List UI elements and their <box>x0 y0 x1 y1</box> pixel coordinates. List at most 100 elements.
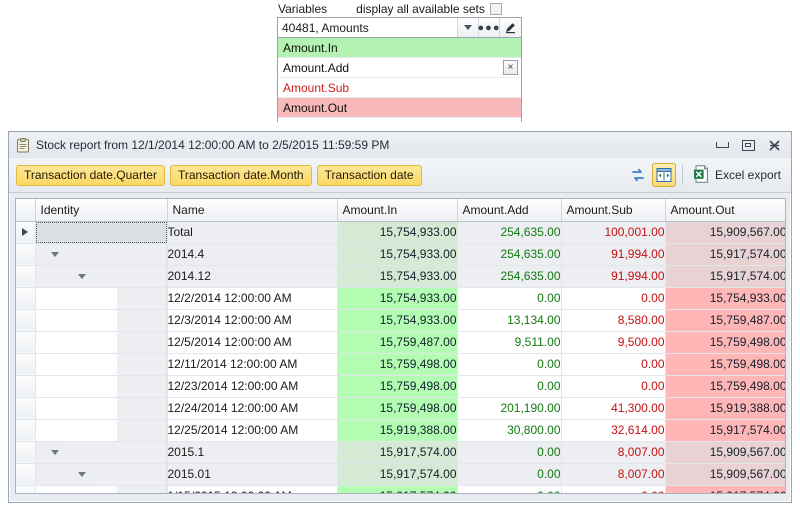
amount-in-cell[interactable]: 15,754,933.00 <box>337 287 458 310</box>
table-row[interactable]: 12/24/2014 12:00:00 AM 15,759,498.00 201,1… <box>16 397 785 420</box>
variable-set-combo[interactable]: 40481, Amounts ●●● <box>277 17 522 38</box>
row-header-cell[interactable] <box>16 331 36 354</box>
amount-out-cell[interactable]: 15,919,388.00 <box>665 397 785 420</box>
amount-in-cell[interactable]: 15,754,933.00 <box>337 309 458 332</box>
column-header-identity[interactable]: Identity <box>35 199 168 222</box>
identity-cell[interactable] <box>35 265 168 288</box>
name-cell[interactable]: 12/23/2014 12:00:00 AM <box>167 375 338 398</box>
excel-export-button[interactable]: Excel export <box>689 163 785 187</box>
amount-sub-cell[interactable]: 91,994.00 <box>561 265 666 288</box>
group-chip-quarter[interactable]: Transaction date.Quarter <box>16 164 165 186</box>
identity-cell[interactable] <box>35 309 168 332</box>
amount-out-cell[interactable]: 15,917,574.00 <box>665 243 785 266</box>
identity-cell[interactable] <box>35 353 168 376</box>
amount-add-cell[interactable]: 9,511.00 <box>457 331 562 354</box>
amount-add-cell[interactable]: 0.00 <box>457 287 562 310</box>
amount-sub-cell[interactable]: 0.00 <box>561 287 666 310</box>
amount-sub-cell[interactable]: 8,007.00 <box>561 463 666 486</box>
group-chip-month[interactable]: Transaction date.Month <box>169 164 312 186</box>
amount-add-cell[interactable]: 254,635.00 <box>457 243 562 266</box>
row-header-cell[interactable] <box>16 419 36 442</box>
amount-add-cell[interactable]: 30,800.00 <box>457 419 562 442</box>
group-columns-icon[interactable] <box>651 163 676 187</box>
list-item[interactable]: Amount.Out <box>278 98 521 118</box>
list-item[interactable]: Amount.In <box>278 38 521 58</box>
row-header-cell[interactable] <box>16 309 36 332</box>
amount-sub-cell[interactable]: 9,500.00 <box>561 331 666 354</box>
identity-cell[interactable] <box>35 441 168 464</box>
amount-out-cell[interactable]: 15,759,487.00 <box>665 309 785 332</box>
amount-sub-cell[interactable]: 41,300.00 <box>561 397 666 420</box>
amount-out-cell[interactable]: 15,909,567.00 <box>665 221 785 244</box>
name-cell[interactable]: 1/15/2015 12:00:00 AM <box>167 485 338 493</box>
row-header-cell[interactable] <box>16 375 36 398</box>
identity-cell[interactable] <box>35 243 168 266</box>
column-header-name[interactable]: Name <box>167 199 338 222</box>
name-cell[interactable]: 12/24/2014 12:00:00 AM <box>167 397 338 420</box>
amount-add-cell[interactable]: 201,190.00 <box>457 397 562 420</box>
window-titlebar[interactable]: Stock report from 12/1/2014 12:00:00 AM … <box>9 132 791 158</box>
variable-set-combo-value[interactable]: 40481, Amounts <box>278 18 458 37</box>
table-row[interactable]: Total 15,754,933.00 254,635.00 100,001.00 15… <box>16 221 785 244</box>
list-item[interactable]: Amount.Sub <box>278 78 521 98</box>
name-cell[interactable]: 12/25/2014 12:00:00 AM <box>167 419 338 442</box>
name-cell[interactable]: 12/5/2014 12:00:00 AM <box>167 331 338 354</box>
amount-out-cell[interactable]: 15,759,498.00 <box>665 375 785 398</box>
identity-cell[interactable] <box>35 331 168 354</box>
amount-add-cell[interactable]: 0.00 <box>457 375 562 398</box>
amount-add-cell[interactable]: 254,635.00 <box>457 265 562 288</box>
table-row[interactable]: 12/5/2014 12:00:00 AM 15,759,487.00 9,511.… <box>16 331 785 354</box>
amount-out-cell[interactable]: 15,759,498.00 <box>665 353 785 376</box>
name-cell[interactable]: 2015.1 <box>167 441 338 464</box>
chevron-down-icon[interactable] <box>458 18 479 37</box>
identity-cell[interactable] <box>35 485 168 493</box>
close-icon[interactable] <box>761 135 787 155</box>
amount-out-cell[interactable]: 15,759,498.00 <box>665 331 785 354</box>
name-cell[interactable]: 12/3/2014 12:00:00 AM <box>167 309 338 332</box>
amount-add-cell[interactable]: 13,134.00 <box>457 309 562 332</box>
minimize-icon[interactable] <box>709 135 735 155</box>
name-cell[interactable]: 12/11/2014 12:00:00 AM <box>167 353 338 376</box>
display-all-sets-checkbox[interactable] <box>489 2 502 15</box>
amount-in-cell[interactable]: 15,754,933.00 <box>337 265 458 288</box>
expander-toggle[interactable] <box>49 248 61 260</box>
amount-sub-cell[interactable]: 0.00 <box>561 485 666 493</box>
row-header-cell[interactable] <box>16 287 36 310</box>
amount-add-cell[interactable]: 0.00 <box>457 353 562 376</box>
column-header-amount-out[interactable]: Amount.Out <box>665 199 785 222</box>
amount-out-cell[interactable]: 15,917,574.00 <box>665 419 785 442</box>
identity-cell[interactable] <box>35 287 168 310</box>
report-grid[interactable]: Identity Name Amount.In Amount.Add Amoun… <box>15 198 786 494</box>
amount-add-cell[interactable]: 0.00 <box>457 485 562 493</box>
table-row[interactable]: 12/25/2014 12:00:00 AM 15,919,388.00 30,80… <box>16 419 785 442</box>
row-header-cell[interactable] <box>16 397 36 420</box>
amount-out-cell[interactable]: 15,754,933.00 <box>665 287 785 310</box>
table-row[interactable]: 2015.01 15,917,574.00 0.00 8,007.00 15,909,5… <box>16 463 785 486</box>
identity-cell[interactable] <box>35 375 168 398</box>
amount-add-cell[interactable]: 0.00 <box>457 441 562 464</box>
column-header-amount-sub[interactable]: Amount.Sub <box>561 199 666 222</box>
amount-in-cell[interactable]: 15,754,933.00 <box>337 243 458 266</box>
amount-out-cell[interactable]: 15,917,574.00 <box>665 265 785 288</box>
name-cell[interactable]: 12/2/2014 12:00:00 AM <box>167 287 338 310</box>
pencil-icon[interactable] <box>500 18 521 37</box>
amount-in-cell[interactable]: 15,759,487.00 <box>337 331 458 354</box>
amount-in-cell[interactable]: 15,917,574.00 <box>337 463 458 486</box>
variables-list[interactable]: Amount.In Amount.Add × Amount.Sub Amount… <box>277 38 522 140</box>
amount-in-cell[interactable]: 15,759,498.00 <box>337 353 458 376</box>
amount-sub-cell[interactable]: 32,614.00 <box>561 419 666 442</box>
table-row[interactable]: 1/15/2015 12:00:00 AM15,917,574.000.000.… <box>16 485 785 493</box>
amount-in-cell[interactable]: 15,754,933.00 <box>337 221 458 244</box>
name-cell[interactable]: Total <box>167 221 338 244</box>
name-cell[interactable]: 2015.01 <box>167 463 338 486</box>
row-header-cell[interactable] <box>16 463 36 486</box>
row-header-cell[interactable] <box>16 353 36 376</box>
amount-add-cell[interactable]: 254,635.00 <box>457 221 562 244</box>
amount-in-cell[interactable]: 15,759,498.00 <box>337 375 458 398</box>
group-chip-date[interactable]: Transaction date <box>316 164 422 186</box>
amount-out-cell[interactable]: 15,917,574.00 <box>665 485 785 493</box>
amount-sub-cell[interactable]: 0.00 <box>561 353 666 376</box>
row-header-cell[interactable] <box>16 243 36 266</box>
table-row[interactable]: 2014.12 15,754,933.00 254,635.00 91,994.00 1… <box>16 265 785 288</box>
row-header-cell[interactable] <box>16 441 36 464</box>
